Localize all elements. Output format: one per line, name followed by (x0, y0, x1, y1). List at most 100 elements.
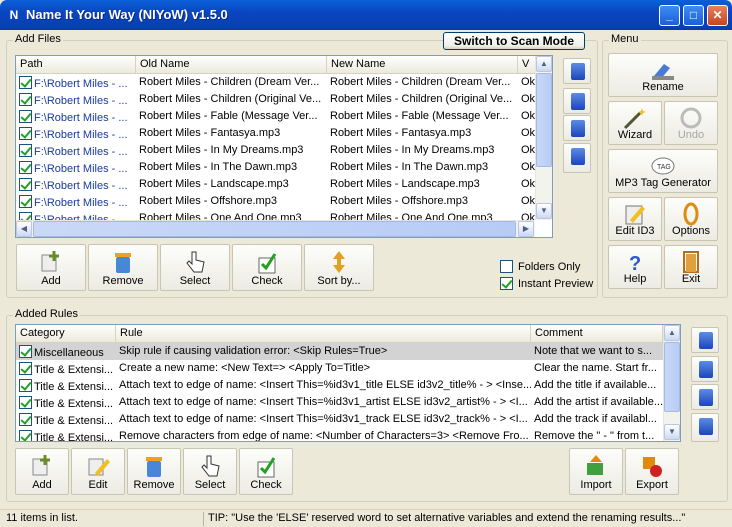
rule-move-top-button[interactable] (691, 327, 719, 353)
help-button[interactable]: ? Help (608, 245, 662, 289)
col-new-name[interactable]: New Name (327, 56, 518, 73)
file-new-name-cell: Robert Miles - In My Dreams.mp3 (330, 144, 495, 156)
file-old-name-cell: Robert Miles - Landscape.mp3 (139, 178, 289, 190)
exit-button[interactable]: Exit (664, 245, 718, 289)
instant-preview-box[interactable] (500, 277, 513, 290)
rule-move-up-icon (699, 361, 713, 378)
add-rule-button[interactable]: Add (15, 448, 69, 495)
file-row[interactable]: F:\Robert Miles - ... Robert Miles - Chil… (16, 74, 535, 91)
files-vscroll[interactable]: ▲ ▼ (535, 56, 552, 220)
close-button[interactable]: ✕ (707, 5, 728, 26)
file-valid-cell: Ok (521, 161, 535, 173)
check-rule-button[interactable]: Check (239, 448, 293, 495)
folders-only-label: Folders Only (518, 260, 581, 273)
rule-row-checkbox[interactable] (19, 345, 32, 358)
file-row[interactable]: F:\Robert Miles - ... Robert Miles - Fabl… (16, 108, 535, 125)
rule-row[interactable]: Title & Extensi... Remove characters from… (16, 428, 663, 441)
file-row[interactable]: F:\Robert Miles - ... Robert Miles - In M… (16, 142, 535, 159)
file-row-checkbox[interactable] (19, 195, 32, 208)
remove-files-label: Remove (102, 275, 144, 287)
rules-vscroll-thumb[interactable] (664, 342, 680, 412)
rule-row[interactable]: Title & Extensi... Create a new name: <Ne… (16, 360, 663, 377)
col-path[interactable]: Path (16, 56, 136, 73)
rule-row[interactable]: Title & Extensi... Attach text to edge of… (16, 394, 663, 411)
edit-id3-button[interactable]: Edit ID3 (608, 197, 662, 241)
edit-rule-button[interactable]: Edit (71, 448, 125, 495)
rule-row-checkbox[interactable] (19, 362, 32, 375)
col-rule[interactable]: Rule (116, 325, 531, 342)
file-new-name-cell: Robert Miles - Fable (Message Ver... (330, 110, 509, 122)
edit-rule-label: Edit (88, 479, 108, 491)
rule-row[interactable]: Miscellaneous Skip rule if causing valida… (16, 343, 663, 360)
rule-row-checkbox[interactable] (19, 430, 32, 441)
rules-vscroll[interactable]: ▲ ▼ (663, 325, 680, 441)
col-category[interactable]: Category (16, 325, 116, 342)
rule-row[interactable]: Title & Extensi... Attach text to edge of… (16, 377, 663, 394)
rules-list[interactable]: Category Rule Comment Miscellaneous Skip … (15, 324, 681, 442)
remove-rule-button[interactable]: Remove (127, 448, 181, 495)
maximize-button[interactable]: □ (683, 5, 704, 26)
export-button[interactable]: Export (625, 448, 679, 495)
select-rule-button[interactable]: Select (183, 448, 237, 495)
folders-only-checkbox[interactable]: Folders Only (500, 260, 580, 273)
rule-row-checkbox[interactable] (19, 379, 32, 392)
rule-row[interactable]: Title & Extensi... Attach text to edge of… (16, 411, 663, 428)
switch-scan-mode-button[interactable]: Switch to Scan Mode (443, 32, 585, 50)
scroll-down-icon[interactable]: ▼ (536, 203, 552, 219)
rule-move-up-button[interactable] (691, 356, 719, 382)
rules-scroll-up-icon[interactable]: ▲ (664, 325, 680, 341)
wizard-button[interactable]: Wizard (608, 101, 662, 145)
instant-preview-checkbox[interactable]: Instant Preview (500, 277, 593, 290)
col-comment[interactable]: Comment (531, 325, 663, 342)
file-row-checkbox[interactable] (19, 144, 32, 157)
rule-move-down-button[interactable] (691, 384, 719, 410)
file-valid-cell: Ok (521, 110, 535, 122)
scroll-left-icon[interactable]: ◀ (16, 221, 32, 237)
file-new-name-cell: Robert Miles - Children (Original Ve... (330, 93, 513, 105)
file-path-text: F:\Robert Miles - ... (34, 112, 128, 124)
rename-button[interactable]: Rename (608, 53, 718, 97)
import-icon (587, 455, 603, 475)
file-row-checkbox[interactable] (19, 127, 32, 140)
rule-category-cell: Title & Extensi... (16, 411, 116, 428)
folders-only-box[interactable] (500, 260, 513, 273)
move-down-button[interactable] (563, 115, 591, 141)
rule-row-checkbox[interactable] (19, 413, 32, 426)
remove-files-button[interactable]: Remove (88, 244, 158, 291)
remove-rule-label: Remove (133, 479, 175, 491)
move-top-button[interactable] (563, 58, 591, 84)
files-list[interactable]: Path Old Name New Name V F:\Robert Miles… (15, 55, 553, 238)
file-row-checkbox[interactable] (19, 76, 32, 89)
rule-move-bottom-button[interactable] (691, 413, 719, 442)
file-row[interactable]: F:\Robert Miles - ... Robert Miles - Chil… (16, 91, 535, 108)
undo-button[interactable]: Undo (664, 101, 718, 145)
check-files-button[interactable]: Check (232, 244, 302, 291)
files-hscroll-thumb[interactable] (33, 221, 516, 237)
scroll-right-icon[interactable]: ▶ (518, 221, 534, 237)
add-files-button[interactable]: Add (16, 244, 86, 291)
scroll-up-icon[interactable]: ▲ (536, 56, 552, 72)
file-row-checkbox[interactable] (19, 178, 32, 191)
file-row[interactable]: F:\Robert Miles - ... Robert Miles - In T… (16, 159, 535, 176)
move-bottom-button[interactable] (563, 143, 591, 173)
rules-scroll-down-icon[interactable]: ▼ (664, 424, 680, 440)
file-row[interactable]: F:\Robert Miles - ... Robert Miles - Land… (16, 176, 535, 193)
minimize-button[interactable]: _ (659, 5, 680, 26)
undo-label: Undo (677, 129, 705, 141)
files-hscroll[interactable]: ◀ ▶ (16, 220, 535, 237)
rule-row-checkbox[interactable] (19, 396, 32, 409)
options-button[interactable]: Options (664, 197, 718, 241)
select-files-button[interactable]: Select (160, 244, 230, 291)
file-row[interactable]: F:\Robert Miles - ... Robert Miles - Fant… (16, 125, 535, 142)
move-up-button[interactable] (563, 88, 591, 114)
check-icon (258, 253, 277, 274)
import-button[interactable]: Import (569, 448, 623, 495)
file-row-checkbox[interactable] (19, 161, 32, 174)
file-row-checkbox[interactable] (19, 93, 32, 106)
files-vscroll-thumb[interactable] (536, 73, 552, 167)
file-row[interactable]: F:\Robert Miles - ... Robert Miles - Offs… (16, 193, 535, 210)
col-old-name[interactable]: Old Name (136, 56, 327, 73)
file-row-checkbox[interactable] (19, 110, 32, 123)
mp3-tag-generator-button[interactable]: TAG MP3 Tag Generator (608, 149, 718, 193)
sort-by-button[interactable]: Sort by... (304, 244, 374, 291)
